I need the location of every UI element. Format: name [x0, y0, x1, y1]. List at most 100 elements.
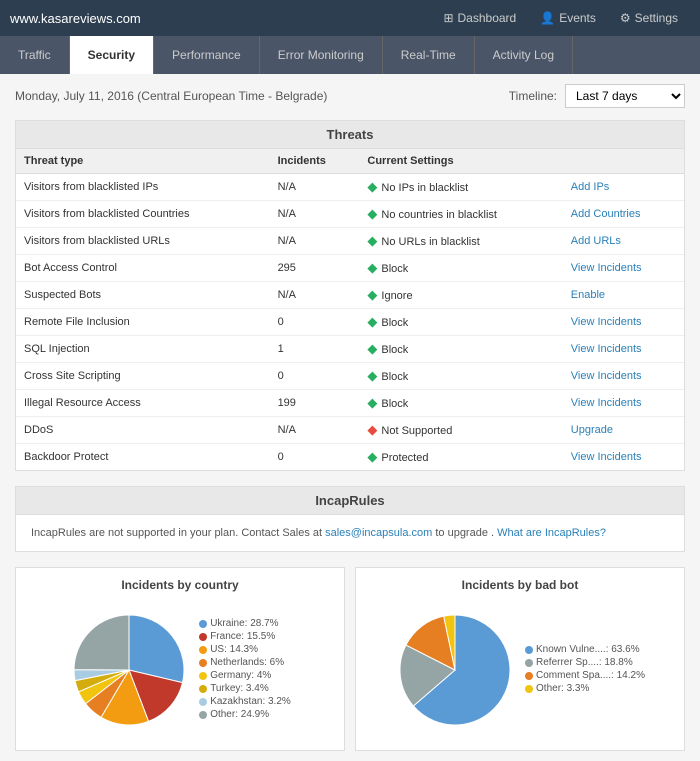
shield-icon: ◆	[367, 287, 377, 302]
action-link[interactable]: View Incidents	[571, 370, 642, 382]
table-row: Visitors from blacklisted URLs N/A ◆No U…	[16, 228, 684, 255]
shield-icon: ◆	[367, 206, 377, 221]
action-link[interactable]: View Incidents	[571, 397, 642, 409]
setting-cell: ◆Block	[359, 309, 562, 336]
action-cell: Enable	[563, 282, 684, 309]
incidents-cell: N/A	[270, 174, 360, 201]
shield-icon: ◆	[367, 314, 377, 329]
tab-traffic[interactable]: Traffic	[0, 36, 70, 74]
shield-icon: ◆	[367, 368, 377, 383]
incidents-cell: 295	[270, 255, 360, 282]
threat-type-cell: Bot Access Control	[16, 255, 270, 282]
incaprules-section: IncapRules IncapRules are not supported …	[15, 486, 685, 552]
country-chart-container: Ukraine: 28.7%France: 15.5%US: 14.3%Neth…	[26, 600, 334, 740]
col-incidents: Incidents	[270, 149, 360, 174]
legend-dot	[199, 685, 207, 693]
action-cell: View Incidents	[563, 255, 684, 282]
threat-type-cell: Cross Site Scripting	[16, 363, 270, 390]
legend-item: Germany: 4%	[199, 670, 291, 681]
setting-cell: ◆No URLs in blacklist	[359, 228, 562, 255]
main-nav: Traffic Security Performance Error Monit…	[0, 36, 700, 74]
legend-item: Known Vulne....: 63.6%	[525, 644, 645, 655]
tab-error-monitoring[interactable]: Error Monitoring	[260, 36, 383, 74]
action-link[interactable]: Add IPs	[571, 181, 610, 193]
incidents-cell: 199	[270, 390, 360, 417]
action-link[interactable]: View Incidents	[571, 451, 642, 463]
legend-label: France: 15.5%	[210, 631, 275, 642]
legend-item: Comment Spa....: 14.2%	[525, 670, 645, 681]
action-link[interactable]: Enable	[571, 289, 605, 301]
country-pie-svg	[69, 610, 189, 730]
action-link[interactable]: Add URLs	[571, 235, 621, 247]
legend-dot	[199, 620, 207, 628]
charts-row: Incidents by country Ukraine: 28.7%Franc…	[15, 567, 685, 751]
legend-item: Other: 3.3%	[525, 683, 645, 694]
legend-item: US: 14.3%	[199, 644, 291, 655]
events-link[interactable]: 👤 Events	[528, 3, 608, 33]
incidents-cell: N/A	[270, 417, 360, 444]
legend-dot	[199, 672, 207, 680]
bot-chart-container: Known Vulne....: 63.6% Referrer Sp....: 1…	[366, 600, 674, 740]
legend-label: Comment Spa....: 14.2%	[536, 670, 645, 681]
legend-label: Other: 24.9%	[210, 709, 269, 720]
legend-dot	[525, 685, 533, 693]
incaprules-link[interactable]: What are IncapRules?	[497, 527, 606, 539]
setting-cell: ◆No countries in blacklist	[359, 201, 562, 228]
legend-dot	[199, 633, 207, 641]
bot-legend: Known Vulne....: 63.6% Referrer Sp....: 1…	[525, 644, 645, 696]
shield-icon: ◆	[367, 449, 377, 464]
threat-type-cell: Remote File Inclusion	[16, 309, 270, 336]
settings-link[interactable]: ⚙ Settings	[608, 3, 690, 33]
pie-segment	[74, 615, 129, 670]
date-text: Monday, July 11, 2016 (Central European …	[15, 89, 327, 103]
shield-icon: ◆	[367, 395, 377, 410]
incidents-cell: 1	[270, 336, 360, 363]
table-row: Visitors from blacklisted IPs N/A ◆No IP…	[16, 174, 684, 201]
tab-performance[interactable]: Performance	[154, 36, 260, 74]
setting-cell: ◆Block	[359, 336, 562, 363]
bot-chart-title: Incidents by bad bot	[366, 578, 674, 592]
dashboard-icon: ⊞	[443, 11, 453, 25]
action-link[interactable]: View Incidents	[571, 343, 642, 355]
col-threat-type: Threat type	[16, 149, 270, 174]
legend-item: Referrer Sp....: 18.8%	[525, 657, 645, 668]
threats-section: Threats Threat type Incidents Current Se…	[15, 120, 685, 471]
tab-activity-log[interactable]: Activity Log	[475, 36, 573, 74]
timeline-label: Timeline:	[509, 89, 557, 103]
incidents-cell: 0	[270, 309, 360, 336]
legend-item: Other: 24.9%	[199, 709, 291, 720]
setting-cell: ◆Block	[359, 255, 562, 282]
action-link[interactable]: Add Countries	[571, 208, 641, 220]
legend-label: Germany: 4%	[210, 670, 271, 681]
action-cell: View Incidents	[563, 363, 684, 390]
shield-icon: ◆	[367, 179, 377, 194]
action-cell: View Incidents	[563, 390, 684, 417]
incaprules-mid: to upgrade .	[432, 527, 494, 539]
action-cell: View Incidents	[563, 309, 684, 336]
action-cell: Add IPs	[563, 174, 684, 201]
legend-label: US: 14.3%	[210, 644, 258, 655]
action-link[interactable]: View Incidents	[571, 316, 642, 328]
incaprules-email[interactable]: sales@incapsula.com	[325, 527, 432, 539]
threat-type-cell: Backdoor Protect	[16, 444, 270, 471]
table-row: Visitors from blacklisted Countries N/A …	[16, 201, 684, 228]
tab-real-time[interactable]: Real-Time	[383, 36, 475, 74]
action-link[interactable]: View Incidents	[571, 262, 642, 274]
timeline-select[interactable]: Last 7 days Last 30 days Last 90 days	[565, 84, 685, 108]
threat-type-cell: Visitors from blacklisted Countries	[16, 201, 270, 228]
legend-item: Kazakhstan: 3.2%	[199, 696, 291, 707]
action-cell: View Incidents	[563, 444, 684, 471]
table-row: Remote File Inclusion 0 ◆Block View Inci…	[16, 309, 684, 336]
threat-type-cell: Visitors from blacklisted URLs	[16, 228, 270, 255]
legend-label: Ukraine: 28.7%	[210, 618, 278, 629]
setting-cell: ◆Protected	[359, 444, 562, 471]
table-row: Backdoor Protect 0 ◆Protected View Incid…	[16, 444, 684, 471]
incidents-cell: 0	[270, 444, 360, 471]
legend-dot	[199, 698, 207, 706]
top-nav: ⊞ Dashboard 👤 Events ⚙ Settings	[431, 3, 690, 33]
shield-icon: ◆	[367, 260, 377, 275]
action-link[interactable]: Upgrade	[571, 424, 613, 436]
tab-security[interactable]: Security	[70, 36, 154, 74]
bot-chart-box: Incidents by bad bot Known Vulne....: 63…	[355, 567, 685, 751]
dashboard-link[interactable]: ⊞ Dashboard	[431, 3, 528, 33]
